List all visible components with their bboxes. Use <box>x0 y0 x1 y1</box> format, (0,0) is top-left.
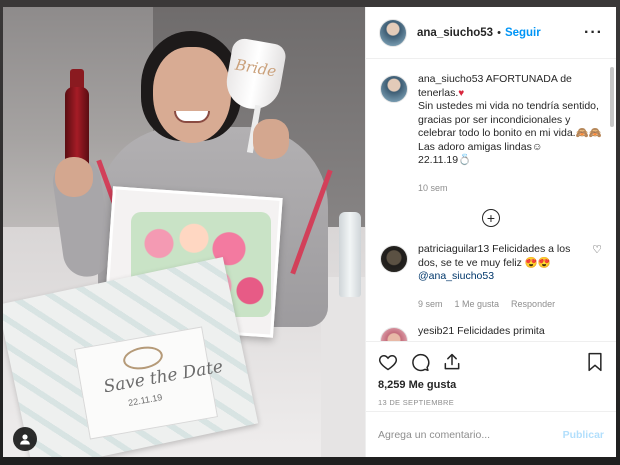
caption-body: ana_siucho53 AFORTUNADA de tenerlas.♥ Si… <box>418 73 602 195</box>
caption-line: Sin ustedes mi vida no tendría sentido, … <box>418 100 602 139</box>
comment-likes[interactable]: 1 Me gusta <box>455 298 500 312</box>
comments-scrollbar[interactable] <box>610 67 614 127</box>
comment-composer: Publicar <box>366 411 616 457</box>
comment-meta: 9 sem 1 Me gusta Responder <box>418 298 586 312</box>
commenter-avatar[interactable] <box>380 245 408 273</box>
follow-button[interactable]: Seguir <box>505 27 541 39</box>
caption-meta: 10 sem <box>418 182 602 196</box>
caption-line: Las adoro amigas lindas☺ <box>418 140 543 153</box>
caption: ana_siucho53 AFORTUNADA de tenerlas.♥ Si… <box>380 73 602 195</box>
comment-time[interactable]: 9 sem <box>418 298 443 312</box>
photo-face <box>153 47 231 143</box>
post-photo[interactable]: Bride Save the Date 22.11.19 <box>3 7 365 457</box>
post-actions: 8,259 Me gusta 13 DE SEPTIEMBRE <box>366 341 616 411</box>
share-icon[interactable] <box>442 352 462 372</box>
bookmark-icon[interactable] <box>586 352 604 372</box>
commenter-username[interactable]: yesib21 <box>418 325 454 337</box>
caption-line: 22.11.19💍 <box>418 154 472 166</box>
comments-list[interactable]: ana_siucho53 AFORTUNADA de tenerlas.♥ Si… <box>366 59 616 341</box>
post-date[interactable]: 13 DE SEPTIEMBRE <box>378 398 604 407</box>
comment-icon[interactable] <box>410 352 430 372</box>
header-separator: • <box>497 26 501 39</box>
comment-body: patriciaguilar13 Felicidades a los dos, … <box>418 243 586 311</box>
publish-button[interactable]: Publicar <box>563 429 604 441</box>
load-more-comments: + <box>380 209 602 227</box>
post-side-panel: ana_siucho53 • Seguir ··· ana_siucho53 A… <box>365 7 616 457</box>
comment-text: Felicidades primita <box>457 325 545 337</box>
comment-item: yesib21 Felicidades primita <box>380 325 602 341</box>
comment-body: yesib21 Felicidades primita <box>418 325 602 339</box>
photo-water-bottle <box>339 212 361 297</box>
caption-username[interactable]: ana_siucho53 <box>418 73 483 85</box>
user-icon <box>20 434 30 445</box>
action-icons <box>378 350 604 374</box>
commenter-username[interactable]: patriciaguilar13 <box>418 243 489 255</box>
post-modal: Bride Save the Date 22.11.19 ana_siucho5… <box>3 7 616 457</box>
post-header: ana_siucho53 • Seguir ··· <box>366 7 616 59</box>
author-username[interactable]: ana_siucho53 <box>417 27 493 39</box>
heart-icon[interactable] <box>378 352 398 372</box>
comment-mention[interactable]: @ana_siucho53 <box>418 270 494 282</box>
comment-reply-button[interactable]: Responder <box>511 298 555 312</box>
more-options-icon[interactable]: ··· <box>584 24 603 42</box>
tagged-users-button[interactable] <box>13 427 37 451</box>
comment-like-icon[interactable]: ♡ <box>592 243 602 256</box>
photo-hand <box>253 119 289 159</box>
commenter-avatar[interactable] <box>380 327 408 341</box>
comment-input[interactable] <box>378 428 563 441</box>
likes-count[interactable]: 8,259 Me gusta <box>378 379 604 391</box>
caption-time[interactable]: 10 sem <box>418 182 448 196</box>
load-more-comments-button[interactable]: + <box>482 209 500 227</box>
author-avatar[interactable] <box>379 18 407 47</box>
heart-emoji-icon: ♥ <box>458 87 465 99</box>
comment-item: patriciaguilar13 Felicidades a los dos, … <box>380 243 602 311</box>
photo-hand <box>55 157 93 197</box>
caption-avatar[interactable] <box>380 75 408 103</box>
